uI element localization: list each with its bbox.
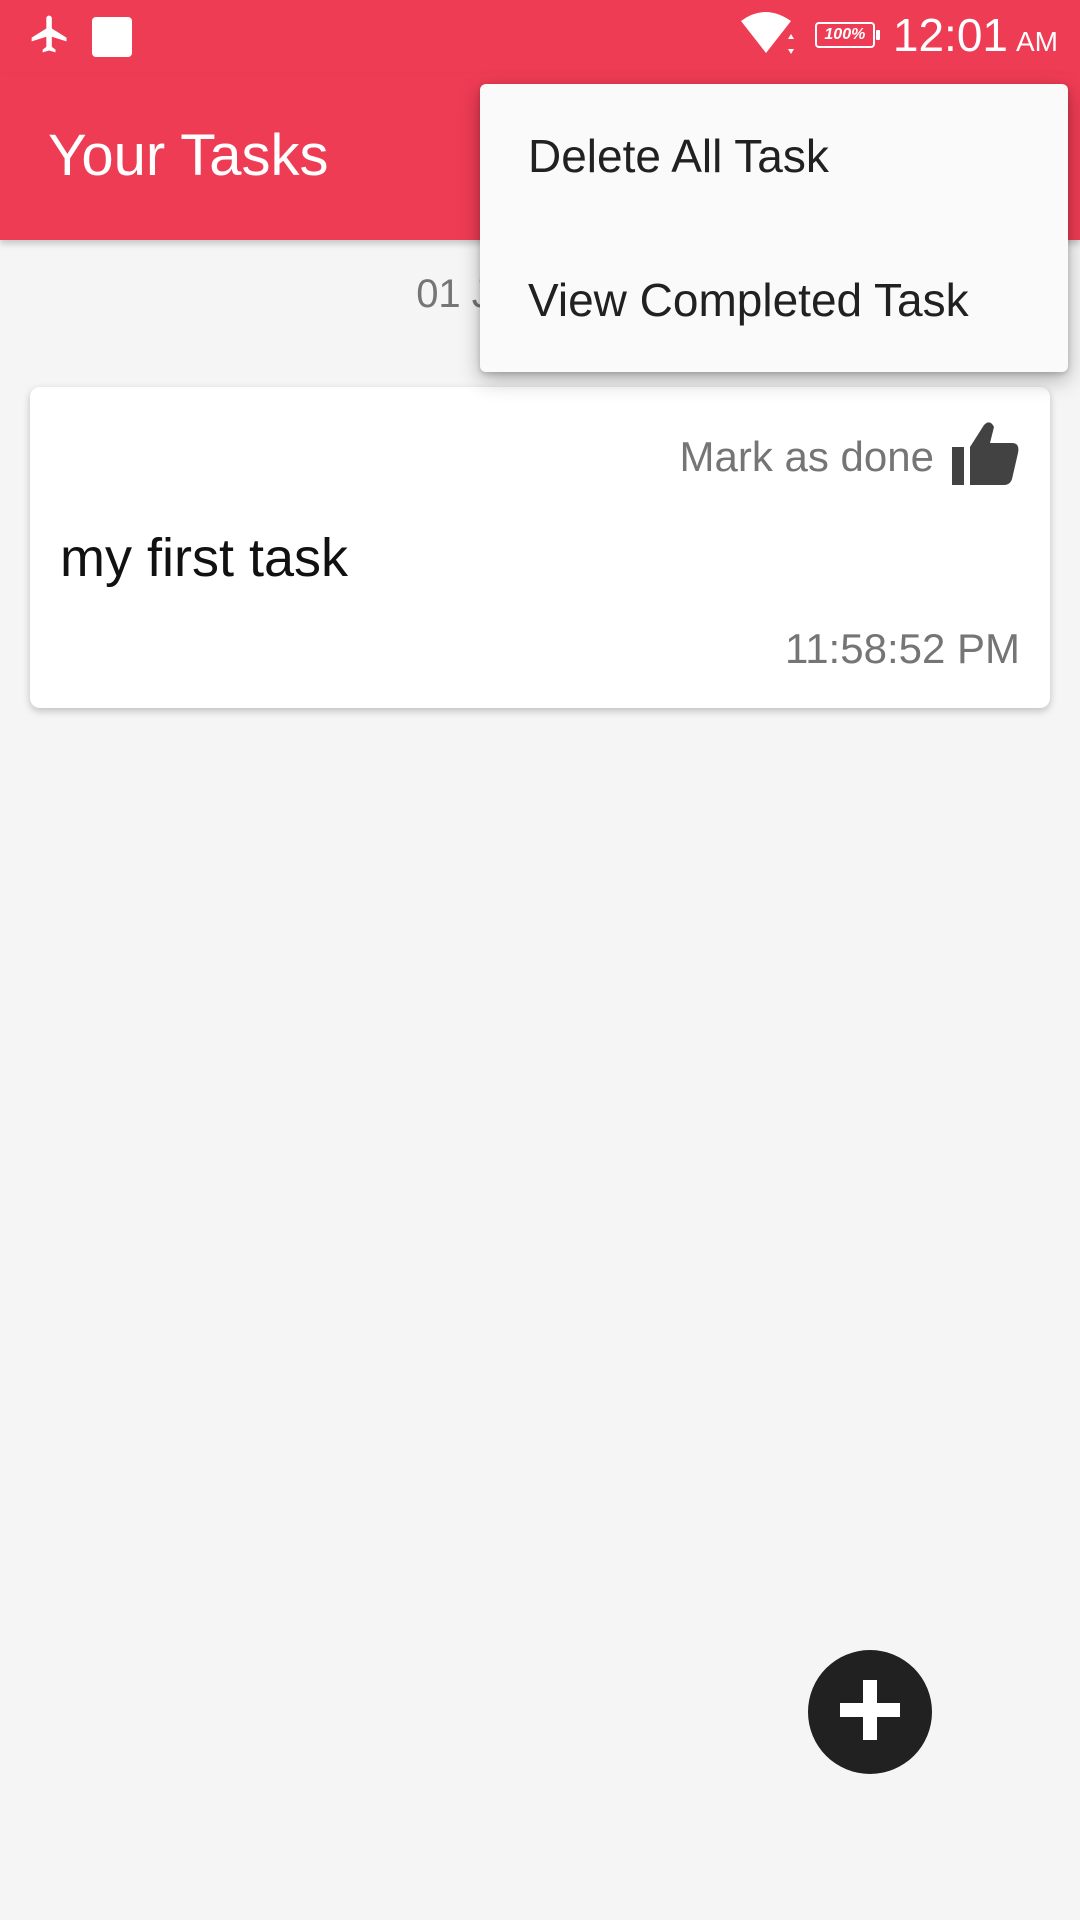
task-title: my first task [60,528,349,588]
battery-icon: 100% [814,22,880,48]
mark-as-done-button[interactable]: Mark as done [680,421,1020,492]
add-task-button[interactable] [808,1650,932,1774]
page-title: Your Tasks [48,123,329,188]
task-list-screen: 100% 12:01 AM Your Tasks 01 J Mark as do… [0,0,1080,1920]
thumbs-up-icon[interactable] [950,421,1020,492]
clock-time: 12:01 [892,9,1008,61]
menu-item-delete-all-task[interactable]: Delete All Task [480,84,1068,228]
status-right: 100% 12:01 AM [739,8,1058,62]
clock-ampm: AM [1016,26,1058,57]
overflow-menu: Delete All Task View Completed Task [480,84,1068,372]
plus-icon [838,1678,902,1747]
mark-as-done-label: Mark as done [679,432,934,480]
status-left [28,12,132,61]
task-card[interactable]: Mark as done my first task 11:58:52 PM [30,387,1050,708]
status-bar: 100% 12:01 AM [0,0,1080,74]
status-clock: 12:01 AM [893,8,1058,62]
menu-item-label: Delete All Task [528,130,829,182]
wifi-icon [739,9,797,62]
battery-level-text: 100% [824,26,866,43]
task-time: 11:58:52 PM [784,625,1020,672]
menu-item-view-completed-task[interactable]: View Completed Task [480,228,1068,372]
airplane-mode-icon [28,12,72,61]
menu-item-label: View Completed Task [528,274,969,326]
notification-square-icon [92,16,132,57]
